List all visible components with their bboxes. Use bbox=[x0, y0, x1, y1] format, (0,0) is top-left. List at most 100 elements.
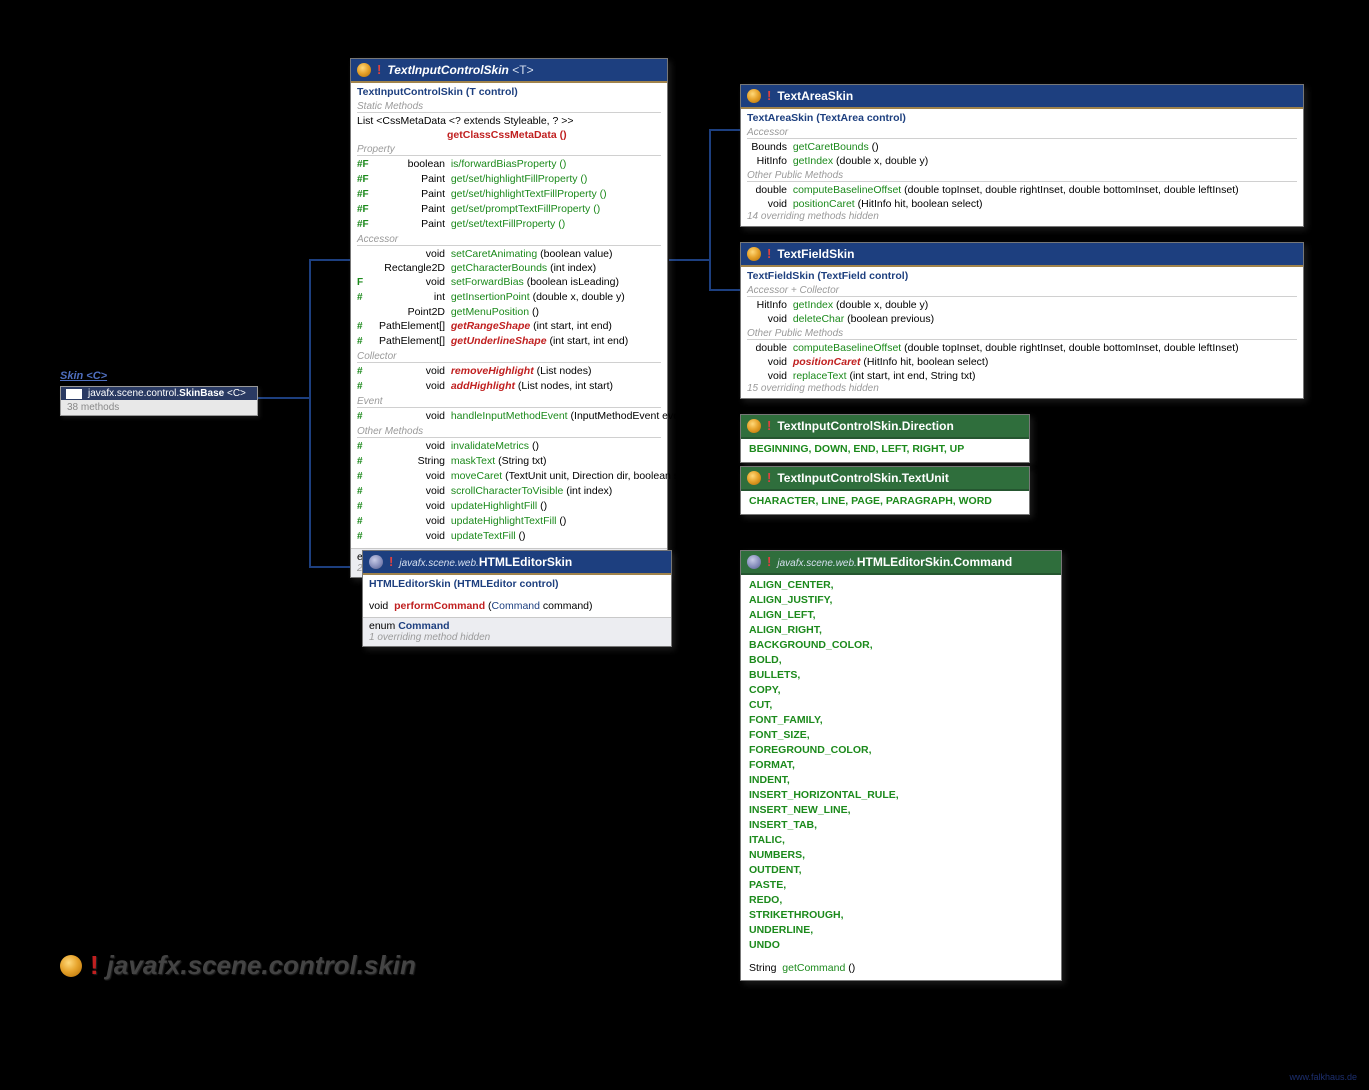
enum-value: CUT, bbox=[749, 698, 1053, 713]
method-row: #FPaint get/set/promptTextFillProperty (… bbox=[357, 202, 661, 217]
tf-title: TextFieldSkin bbox=[777, 247, 854, 261]
tic-body: TextInputControlSkin (T control) Static … bbox=[351, 83, 667, 548]
method-row: #PathElement[] getUnderlineShape (int st… bbox=[357, 334, 661, 349]
he-enum-footer: enum Command 1 overriding method hidden bbox=[363, 617, 671, 646]
method-row: void deleteChar (boolean previous) bbox=[747, 312, 1297, 326]
class-icon bbox=[66, 389, 82, 399]
tf-section-other: Other Public Methods bbox=[747, 328, 1297, 340]
direction-enum-box: ! TextInputControlSkin.Direction BEGINNI… bbox=[740, 414, 1030, 463]
tu-header: ! TextInputControlSkin.TextUnit bbox=[741, 467, 1029, 491]
enum-value: ALIGN_LEFT, bbox=[749, 608, 1053, 623]
text-input-control-skin-box: ! TextInputControlSkin <T> TextInputCont… bbox=[350, 58, 668, 578]
method-row: #String maskText (String txt) bbox=[357, 454, 661, 469]
tf-ctor: TextFieldSkin (TextField control) bbox=[747, 269, 1297, 283]
class-icon bbox=[60, 955, 82, 977]
tic-title: TextInputControlSkin bbox=[387, 63, 509, 77]
section-property: Property bbox=[357, 144, 661, 156]
method-row: #FPaint get/set/highlightFillProperty () bbox=[357, 172, 661, 187]
enum-value: INSERT_HORIZONTAL_RULE, bbox=[749, 788, 1053, 803]
enum-value: UNDERLINE, bbox=[749, 923, 1053, 938]
skinbase-pkg: javafx.scene.control. bbox=[88, 388, 179, 399]
he-body: HTMLEditorSkin (HTMLEditor control) void… bbox=[363, 575, 671, 617]
method-row: #PathElement[] getRangeShape (int start,… bbox=[357, 319, 661, 334]
static-call: getClassCssMetaData () bbox=[357, 128, 661, 142]
method-row: #void removeHighlight (List nodes) bbox=[357, 364, 661, 379]
final-indicator: ! bbox=[767, 88, 771, 103]
cmd-method: String getCommand () bbox=[749, 961, 1053, 975]
ta-hidden: 14 overriding methods hidden bbox=[747, 211, 1297, 222]
enum-value: INDENT, bbox=[749, 773, 1053, 788]
tic-generic: <T> bbox=[512, 63, 533, 77]
watermark: www.falkhaus.de bbox=[1289, 1072, 1357, 1082]
static-row: List <CssMetaData <? extends Styleable, … bbox=[357, 114, 661, 128]
enum-value: INSERT_TAB, bbox=[749, 818, 1053, 833]
enum-value: FONT_FAMILY, bbox=[749, 713, 1053, 728]
he-title: HTMLEditorSkin bbox=[479, 555, 572, 569]
enum-value: FOREGROUND_COLOR, bbox=[749, 743, 1053, 758]
tu-title: TextInputControlSkin.TextUnit bbox=[777, 471, 949, 485]
method-row: HitInfo getIndex (double x, double y) bbox=[747, 154, 1297, 168]
method-row: void replaceText (int start, int end, St… bbox=[747, 369, 1297, 383]
enum-value: REDO, bbox=[749, 893, 1053, 908]
text-area-skin-box: ! TextAreaSkin TextAreaSkin (TextArea co… bbox=[740, 84, 1304, 227]
enum-value: BOLD, bbox=[749, 653, 1053, 668]
final-indicator: ! bbox=[767, 470, 771, 485]
method-row: #void scrollCharacterToVisible (int inde… bbox=[357, 484, 661, 499]
method-row: double computeBaselineOffset (double top… bbox=[747, 183, 1297, 197]
enum-value: OUTDENT, bbox=[749, 863, 1053, 878]
section-accessor: Accessor bbox=[357, 234, 661, 246]
dir-header: ! TextInputControlSkin.Direction bbox=[741, 415, 1029, 439]
dir-title: TextInputControlSkin.Direction bbox=[777, 419, 953, 433]
method-row: #FPaint get/set/highlightTextFillPropert… bbox=[357, 187, 661, 202]
tf-body: TextFieldSkin (TextField control) Access… bbox=[741, 267, 1303, 398]
skinbase-box: javafx.scene.control.SkinBase <C> 38 met… bbox=[60, 386, 258, 416]
tic-header: ! TextInputControlSkin <T> bbox=[351, 59, 667, 83]
method-row: Bounds getCaretBounds () bbox=[747, 140, 1297, 154]
enum-value: UNDO bbox=[749, 938, 1053, 953]
he-perform: void performCommand (Command command) bbox=[369, 599, 665, 613]
enum-value: NUMBERS, bbox=[749, 848, 1053, 863]
tf-header: ! TextFieldSkin bbox=[741, 243, 1303, 267]
text-field-skin-box: ! TextFieldSkin TextFieldSkin (TextField… bbox=[740, 242, 1304, 399]
final-indicator: ! bbox=[377, 62, 381, 77]
method-row: Fvoid setForwardBias (boolean isLeading) bbox=[357, 275, 661, 290]
class-icon bbox=[747, 247, 761, 261]
method-row: void positionCaret (HitInfo hit, boolean… bbox=[747, 355, 1297, 369]
enum-value: BULLETS, bbox=[749, 668, 1053, 683]
he-header: ! javafx.scene.web.HTMLEditorSkin bbox=[363, 551, 671, 575]
method-row: #void invalidateMetrics () bbox=[357, 439, 661, 454]
final-indicator: ! bbox=[389, 554, 393, 569]
event-row: #void handleInputMethodEvent (InputMetho… bbox=[357, 409, 661, 424]
method-row: #void addHighlight (List nodes, int star… bbox=[357, 379, 661, 394]
method-row: #Fboolean is/forwardBiasProperty () bbox=[357, 157, 661, 172]
method-row: HitInfo getIndex (double x, double y) bbox=[747, 298, 1297, 312]
package-title: ! javafx.scene.control.skin bbox=[60, 950, 416, 981]
enum-value: ALIGN_JUSTIFY, bbox=[749, 593, 1053, 608]
enum-value: STRIKETHROUGH, bbox=[749, 908, 1053, 923]
method-row: double computeBaselineOffset (double top… bbox=[747, 341, 1297, 355]
method-row: Rectangle2D getCharacterBounds (int inde… bbox=[357, 261, 661, 275]
enum-value: ALIGN_CENTER, bbox=[749, 578, 1053, 593]
ta-body: TextAreaSkin (TextArea control) Accessor… bbox=[741, 109, 1303, 226]
section-other: Other Methods bbox=[357, 426, 661, 438]
textunit-enum-box: ! TextInputControlSkin.TextUnit CHARACTE… bbox=[740, 466, 1030, 515]
method-row: #void updateHighlightTextFill () bbox=[357, 514, 661, 529]
method-row: void positionCaret (HitInfo hit, boolean… bbox=[747, 197, 1297, 211]
class-icon bbox=[747, 555, 761, 569]
skin-interface-link: Skin <C> bbox=[60, 370, 107, 382]
enum-value: FORMAT, bbox=[749, 758, 1053, 773]
enum-value: PASTE, bbox=[749, 878, 1053, 893]
method-row: #void updateHighlightFill () bbox=[357, 499, 661, 514]
command-enum-box: ! javafx.scene.web.HTMLEditorSkin.Comman… bbox=[740, 550, 1062, 981]
ta-title: TextAreaSkin bbox=[777, 89, 853, 103]
skinbase-name: SkinBase bbox=[179, 388, 224, 399]
method-row: #void updateTextFill () bbox=[357, 529, 661, 544]
skin-link-text: Skin <C> bbox=[60, 370, 107, 382]
method-row: Point2D getMenuPosition () bbox=[357, 305, 661, 319]
html-editor-skin-box: ! javafx.scene.web.HTMLEditorSkin HTMLEd… bbox=[362, 550, 672, 647]
package-title-text: javafx.scene.control.skin bbox=[107, 950, 416, 981]
enum-value: ITALIC, bbox=[749, 833, 1053, 848]
enum-value: FONT_SIZE, bbox=[749, 728, 1053, 743]
method-row: #void moveCaret (TextUnit unit, Directio… bbox=[357, 469, 661, 484]
skinbase-method-count: 38 methods bbox=[67, 402, 251, 413]
